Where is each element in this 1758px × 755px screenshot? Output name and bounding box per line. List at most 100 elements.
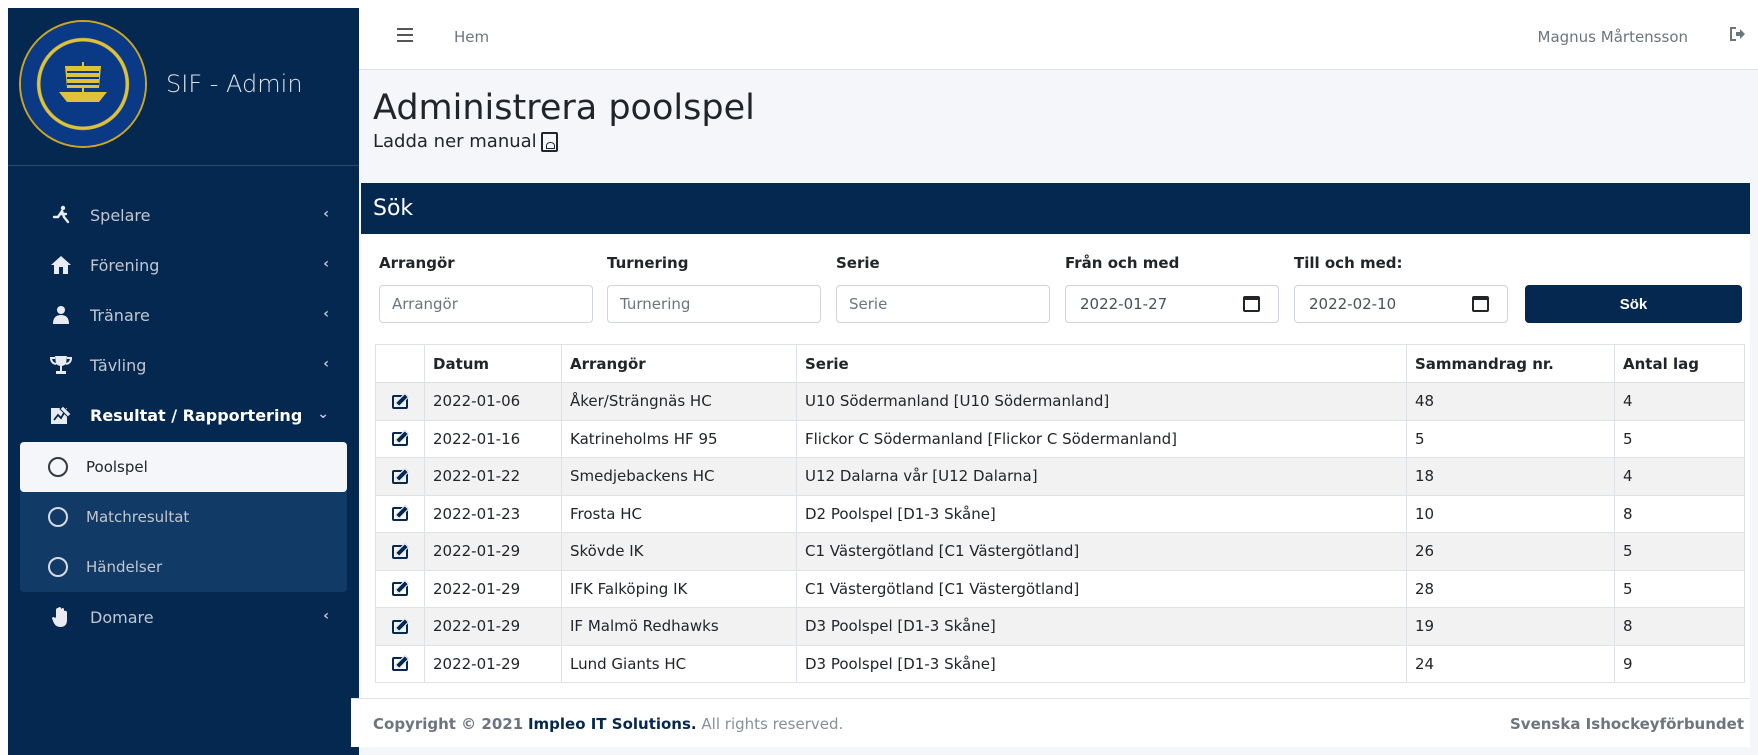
datum-cell: 2022-01-29 bbox=[424, 644, 562, 683]
column-header-datum[interactable]: Datum bbox=[424, 344, 562, 383]
circle-icon bbox=[48, 457, 68, 477]
chevron-left-icon: ‹ bbox=[323, 206, 329, 222]
serie-input[interactable] bbox=[836, 285, 1050, 323]
column-header-arrangor[interactable]: Arrangör bbox=[561, 344, 797, 383]
sammandrag-cell: 26 bbox=[1406, 532, 1615, 571]
table-header-row: Datum Arrangör Serie Sammandrag nr. Anta… bbox=[375, 344, 1745, 383]
arrangor-cell: IFK Falköping IK bbox=[561, 569, 797, 608]
breadcrumb-home[interactable]: Hem bbox=[454, 28, 489, 46]
edit-icon[interactable] bbox=[392, 657, 408, 672]
datum-cell: 2022-01-29 bbox=[424, 532, 562, 571]
arrangor-cell: Skövde IK bbox=[561, 532, 797, 571]
sidebar-item-tavling[interactable]: Tävling ‹ bbox=[8, 340, 359, 390]
table-row: 2022-01-06 Åker/Strängnäs HC U10 Södermanl… bbox=[375, 382, 1745, 421]
brand[interactable]: SIF - Admin bbox=[8, 8, 359, 166]
antal-lag-cell: 8 bbox=[1614, 607, 1745, 646]
trophy-icon bbox=[48, 354, 74, 376]
sidebar-item-label: Domare bbox=[90, 607, 154, 627]
hamburger-menu-icon[interactable] bbox=[397, 28, 413, 42]
logout-icon[interactable] bbox=[1730, 27, 1746, 45]
serie-label: Serie bbox=[836, 254, 880, 272]
edit-icon[interactable] bbox=[392, 544, 408, 559]
turnering-input[interactable] bbox=[607, 285, 821, 323]
table-row: 2022-01-23 Frosta HC D2 Poolspel [D1-3 Skå… bbox=[375, 494, 1745, 533]
download-manual-link[interactable]: Ladda ner manual bbox=[373, 131, 558, 152]
copyright-prefix: Copyright © 2021 bbox=[373, 715, 524, 733]
sidebar-item-resultat[interactable]: Resultat / Rapportering ⌄ bbox=[8, 390, 359, 440]
arrangor-input[interactable] bbox=[379, 285, 593, 323]
arrangor-cell: IF Malmö Redhawks bbox=[561, 607, 797, 646]
table-row: 2022-01-29 IFK Falköping IK C1 Västergötla… bbox=[375, 569, 1745, 608]
table-row: 2022-01-16 Katrineholms HF 95 Flickor C Sö… bbox=[375, 419, 1745, 458]
edit-icon[interactable] bbox=[392, 582, 408, 597]
coach-icon bbox=[48, 304, 74, 326]
turnering-label: Turnering bbox=[607, 254, 689, 272]
column-header-serie[interactable]: Serie bbox=[796, 344, 1407, 383]
table-row: 2022-01-29 Lund Giants HC D3 Poolspel [D1-… bbox=[375, 644, 1745, 683]
arrangor-cell: Åker/Strängnäs HC bbox=[561, 382, 797, 421]
user-name[interactable]: Magnus Mårtensson bbox=[1538, 28, 1688, 46]
antal-lag-cell: 4 bbox=[1614, 382, 1745, 421]
sidebar-submenu: Poolspel Matchresultat Händelser bbox=[20, 442, 347, 592]
serie-cell: D3 Poolspel [D1-3 Skåne] bbox=[796, 644, 1407, 683]
column-header-antal-lag[interactable]: Antal lag bbox=[1614, 344, 1745, 383]
edit-cell bbox=[375, 457, 425, 496]
arrangor-cell: Lund Giants HC bbox=[561, 644, 797, 683]
company-link[interactable]: Impleo IT Solutions. bbox=[528, 715, 697, 733]
from-date-value: 2022-01-27 bbox=[1080, 295, 1168, 313]
datum-cell: 2022-01-29 bbox=[424, 607, 562, 646]
sidebar-subitem-handelser[interactable]: Händelser bbox=[20, 542, 347, 592]
column-header-sammandrag[interactable]: Sammandrag nr. bbox=[1406, 344, 1615, 383]
chevron-left-icon: ‹ bbox=[323, 306, 329, 322]
sidebar-item-label: Tävling bbox=[90, 355, 147, 375]
sidebar-item-forening[interactable]: Förening ‹ bbox=[8, 240, 359, 290]
footer-copyright: Copyright © 2021 Impleo IT Solutions. Al… bbox=[373, 715, 843, 733]
sidebar-subitem-matchresultat[interactable]: Matchresultat bbox=[20, 492, 347, 542]
sidebar-subitem-poolspel[interactable]: Poolspel bbox=[20, 442, 347, 492]
antal-lag-cell: 5 bbox=[1614, 419, 1745, 458]
antal-lag-cell: 5 bbox=[1614, 532, 1745, 571]
sidebar-subitem-label: Matchresultat bbox=[86, 508, 190, 526]
arrangor-cell: Katrineholms HF 95 bbox=[561, 419, 797, 458]
arrangor-cell: Frosta HC bbox=[561, 494, 797, 533]
from-date-input[interactable]: 2022-01-27 bbox=[1065, 285, 1279, 323]
table-row: 2022-01-29 IF Malmö Redhawks D3 Poolspel [… bbox=[375, 607, 1745, 646]
edit-cell bbox=[375, 569, 425, 608]
sidebar-item-tranare[interactable]: Tränare ‹ bbox=[8, 290, 359, 340]
chevron-left-icon: ‹ bbox=[323, 608, 329, 624]
table-row: 2022-01-29 Skövde IK C1 Västergötland [C1 … bbox=[375, 532, 1745, 571]
edit-icon[interactable] bbox=[392, 507, 408, 522]
arrangor-cell: Smedjebackens HC bbox=[561, 457, 797, 496]
edit-icon[interactable] bbox=[392, 619, 408, 634]
antal-lag-cell: 4 bbox=[1614, 457, 1745, 496]
skater-icon bbox=[48, 204, 74, 226]
topbar: Hem Magnus Mårtensson bbox=[359, 8, 1758, 70]
chevron-left-icon: ‹ bbox=[323, 256, 329, 272]
datum-cell: 2022-01-22 bbox=[424, 457, 562, 496]
sammandrag-cell: 10 bbox=[1406, 494, 1615, 533]
edit-icon[interactable] bbox=[392, 394, 408, 409]
edit-cell bbox=[375, 494, 425, 533]
footer-org-name: Svenska Ishockeyförbundet bbox=[1510, 715, 1744, 733]
calendar-icon[interactable] bbox=[1243, 296, 1260, 312]
serie-cell: D2 Poolspel [D1-3 Skåne] bbox=[796, 494, 1407, 533]
sammandrag-cell: 5 bbox=[1406, 419, 1615, 458]
datum-cell: 2022-01-16 bbox=[424, 419, 562, 458]
antal-lag-cell: 5 bbox=[1614, 569, 1745, 608]
sidebar-item-spelare[interactable]: Spelare ‹ bbox=[8, 190, 359, 240]
serie-cell: U12 Dalarna vår [U12 Dalarna] bbox=[796, 457, 1407, 496]
sidebar-item-label: Förening bbox=[90, 255, 160, 275]
page-title: Administrera poolspel bbox=[373, 88, 755, 128]
to-date-input[interactable]: 2022-02-10 bbox=[1294, 285, 1508, 323]
edit-icon[interactable] bbox=[392, 432, 408, 447]
edit-icon[interactable] bbox=[392, 469, 408, 484]
calendar-icon[interactable] bbox=[1472, 296, 1489, 312]
datum-cell: 2022-01-23 bbox=[424, 494, 562, 533]
serie-cell: Flickor C Södermanland [Flickor C Söderm… bbox=[796, 419, 1407, 458]
sidebar-item-label: Resultat / Rapportering bbox=[90, 405, 303, 425]
search-button[interactable]: Sök bbox=[1525, 285, 1742, 323]
sammandrag-cell: 18 bbox=[1406, 457, 1615, 496]
column-header-edit bbox=[375, 344, 425, 383]
sidebar-item-label: Tränare bbox=[90, 305, 150, 325]
sidebar-item-domare[interactable]: Domare ‹ bbox=[8, 592, 359, 642]
